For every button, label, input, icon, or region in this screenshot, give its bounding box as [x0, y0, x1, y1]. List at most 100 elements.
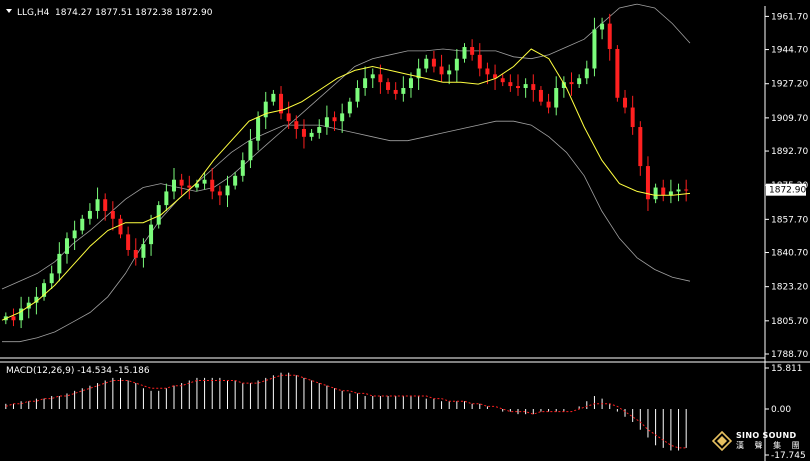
candle-body — [225, 185, 230, 196]
candle-body — [531, 84, 536, 90]
bb-lower-line — [2, 120, 691, 343]
candle-body — [80, 218, 85, 231]
candle-body — [584, 68, 589, 79]
price-tick-label: 1961.70 — [771, 12, 808, 22]
candle-body — [256, 117, 261, 141]
logo-text-en: SINO SOUND — [736, 431, 797, 440]
candle-body — [676, 189, 681, 192]
candle-body — [630, 107, 635, 128]
candle-body — [424, 58, 429, 69]
candle-body — [577, 78, 582, 85]
candle-body — [294, 121, 299, 129]
candle-body — [615, 48, 620, 98]
candle-body — [447, 70, 452, 75]
candle-body — [340, 113, 345, 122]
candle-body — [554, 88, 559, 108]
logo-mark-icon — [712, 431, 732, 451]
price-tick-label: 1805.70 — [771, 317, 808, 327]
candle-body — [11, 316, 16, 321]
candle-body — [72, 230, 77, 239]
candle-body — [546, 101, 551, 108]
candle-body — [454, 58, 459, 71]
candle-body — [286, 113, 291, 122]
candle-body — [248, 140, 253, 161]
candle-body — [600, 23, 605, 30]
candle-body — [301, 128, 306, 137]
trading-chart: LLG,H4 1874.27 1877.51 1872.38 1872.90 1… — [0, 3, 810, 461]
candle-body — [210, 179, 215, 192]
candle-body — [470, 47, 475, 55]
candle-body — [126, 234, 131, 250]
candle-body — [87, 210, 92, 219]
candle-body — [408, 78, 413, 89]
candle-body — [187, 185, 192, 188]
macd-label: MACD(12,26,9) -14.534 -15.186 — [6, 366, 150, 376]
candle-body — [623, 97, 628, 108]
bollinger-bands — [1, 3, 691, 343]
candle-body — [462, 47, 467, 59]
candle-body — [538, 89, 543, 102]
candle-body — [378, 74, 383, 83]
candle-body — [592, 29, 597, 69]
candle-body — [240, 160, 245, 176]
price-tick-label: 1927.20 — [771, 80, 808, 90]
current-price-label: 1872.90 — [769, 186, 806, 196]
candle-body — [684, 189, 689, 191]
candle-body — [386, 82, 391, 90]
candle-body — [500, 78, 505, 83]
candle-body — [401, 88, 406, 94]
price-tick-label: 1788.70 — [771, 350, 808, 360]
candlesticks — [3, 13, 689, 329]
candle-body — [393, 89, 398, 94]
candle-body — [317, 127, 322, 133]
candle-body — [332, 117, 337, 122]
price-tick-label: 1944.70 — [771, 46, 808, 56]
chevron-down-icon[interactable] — [6, 9, 12, 13]
candle-body — [133, 249, 138, 258]
price-tick-label: 1892.70 — [771, 147, 808, 157]
ohlc-readout: 1874.27 1877.51 1872.38 1872.90 — [55, 8, 213, 18]
candle-body — [233, 175, 238, 186]
candle-body — [508, 82, 513, 87]
macd-tick-label: 15.811 — [771, 364, 803, 374]
candle-body — [217, 191, 222, 196]
candle-body — [95, 199, 100, 211]
moving-average — [1, 48, 691, 321]
macd-signal-line — [5, 374, 687, 449]
candle-body — [661, 187, 666, 196]
candle-body — [172, 179, 176, 192]
candle-body — [271, 93, 276, 102]
candle-body — [485, 68, 490, 75]
candle-body — [64, 238, 69, 254]
bb-upper-line — [1, 3, 691, 290]
sino-sound-logo: SINO SOUND 漢 聲 集 團 — [712, 426, 804, 456]
candle-body — [668, 191, 673, 196]
price-tick-label: 1857.70 — [771, 215, 808, 225]
candle-body — [653, 187, 658, 200]
candle-body — [118, 218, 123, 235]
candle-body — [607, 23, 612, 49]
candle-body — [569, 82, 574, 85]
candle-body — [355, 88, 360, 102]
candle-body — [516, 86, 520, 89]
symbol-label: LLG,H4 — [17, 8, 50, 18]
macd-panel — [5, 372, 687, 451]
price-tick-label: 1823.20 — [771, 283, 808, 293]
price-tick-label: 1840.70 — [771, 249, 808, 259]
candle-body — [141, 244, 146, 258]
candle-body — [477, 54, 482, 69]
price-tick-label: 1909.70 — [771, 114, 808, 124]
candle-body — [431, 58, 436, 67]
price-axis: 1961.701944.701927.201909.701892.701875.… — [765, 12, 808, 360]
logo-text-cn: 漢 聲 集 團 — [736, 441, 804, 450]
candle-body — [370, 74, 375, 79]
macd-tick-label: 0.00 — [771, 405, 791, 415]
candle-body — [523, 84, 528, 89]
candle-body — [347, 101, 352, 114]
ma-line — [1, 48, 691, 321]
candle-body — [309, 132, 314, 137]
candle-body — [57, 253, 62, 274]
candle-body — [439, 66, 444, 75]
candle-body — [110, 210, 115, 219]
candle-body — [324, 117, 329, 128]
